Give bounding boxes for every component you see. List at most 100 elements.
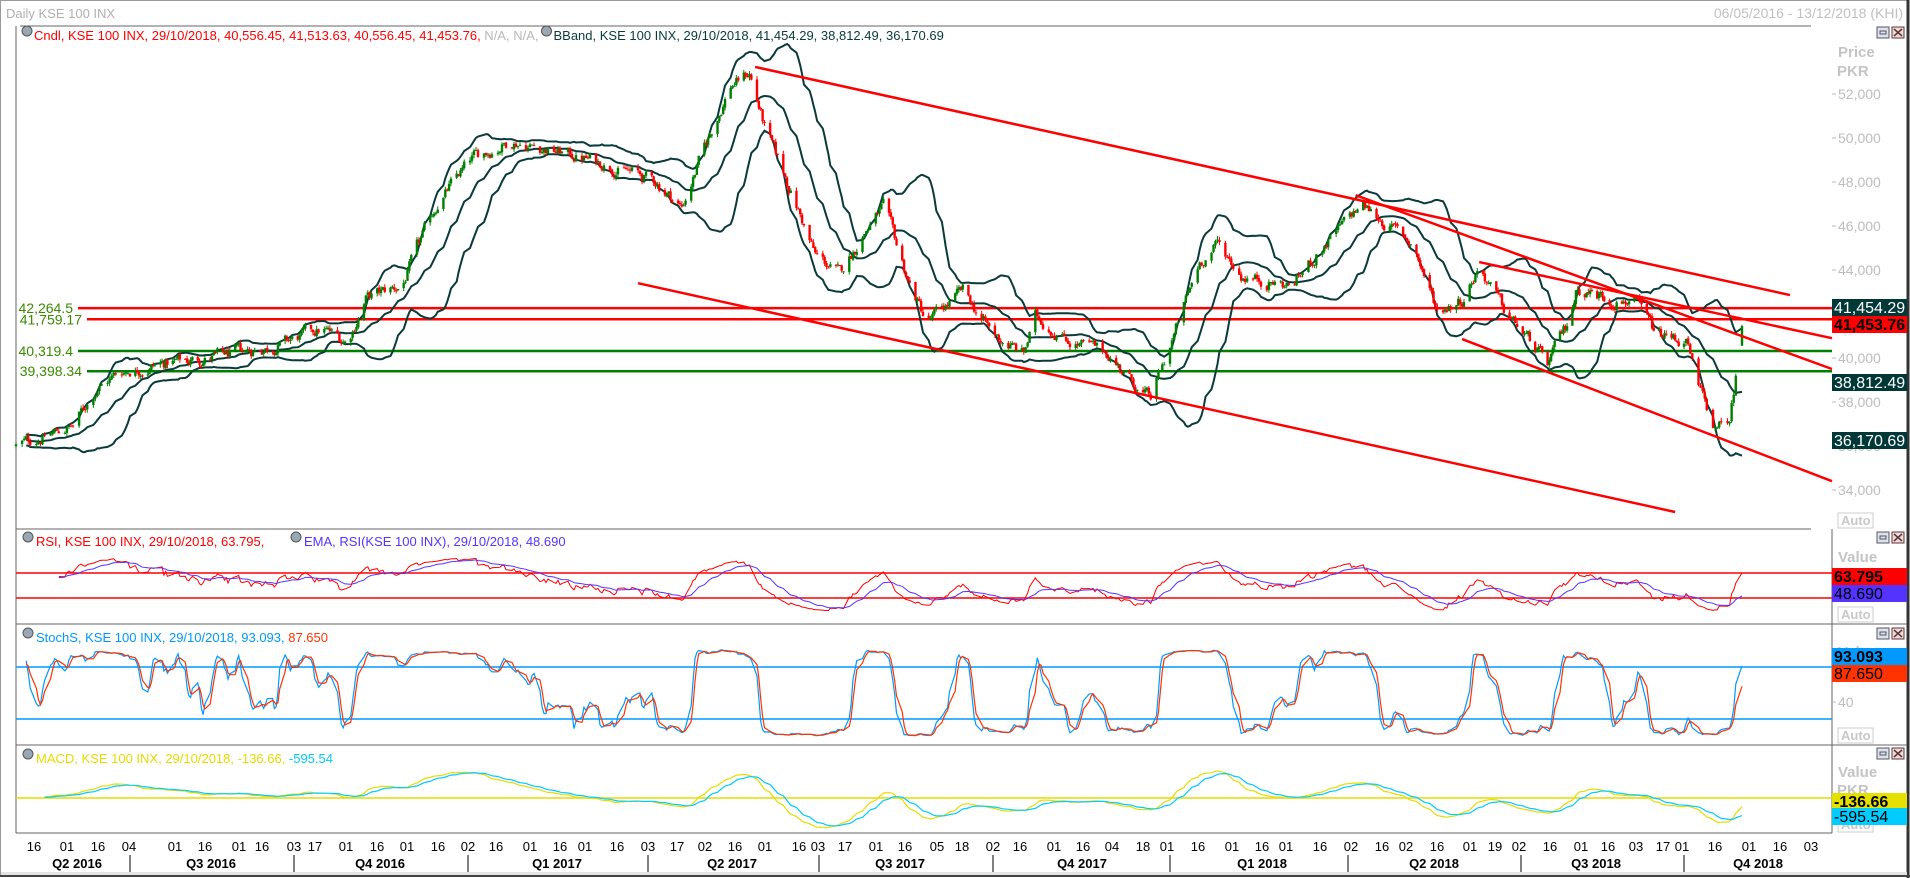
candle[interactable] [402,282,405,289]
candle[interactable] [1200,262,1203,266]
candle[interactable] [423,222,426,230]
candle[interactable] [394,290,398,292]
candle[interactable] [1430,287,1433,292]
candle[interactable] [532,145,536,147]
candle[interactable] [1342,217,1346,221]
candle[interactable] [1405,237,1409,241]
candle[interactable] [221,348,224,351]
candle[interactable] [1299,275,1302,277]
candle[interactable] [141,375,144,377]
candle[interactable] [1711,409,1715,428]
candle[interactable] [624,167,628,170]
candle[interactable] [191,356,194,361]
candle[interactable] [490,154,494,158]
candle[interactable] [1136,390,1139,392]
candle[interactable] [1095,342,1099,346]
candle[interactable] [1572,303,1576,309]
candle[interactable] [258,350,262,352]
candle[interactable] [1214,240,1217,246]
candle[interactable] [370,293,373,299]
candle[interactable] [210,355,214,360]
candle[interactable] [285,336,289,340]
candle[interactable] [1422,269,1426,276]
candle[interactable] [1009,344,1012,349]
candle[interactable] [538,146,542,153]
candle[interactable] [772,140,776,142]
candle[interactable] [203,358,207,364]
candle[interactable] [476,150,480,158]
candle[interactable] [695,164,699,175]
candle[interactable] [829,264,832,267]
candle[interactable] [1024,347,1027,353]
candle[interactable] [1428,275,1431,288]
candle[interactable] [757,100,761,109]
candle[interactable] [311,329,315,333]
candle[interactable] [468,160,472,163]
candle[interactable] [289,339,292,341]
candle[interactable] [1281,281,1284,288]
candle[interactable] [1720,421,1723,423]
candle[interactable] [518,144,522,146]
candle[interactable] [1078,343,1081,346]
candle[interactable] [1382,225,1386,231]
candle[interactable] [1496,290,1500,294]
candle[interactable] [1590,289,1594,292]
candle[interactable] [1571,308,1574,326]
candle[interactable] [782,154,785,173]
candle[interactable] [449,178,453,184]
candle[interactable] [1381,220,1384,227]
candle[interactable] [1245,278,1249,282]
candle[interactable] [189,360,192,365]
candle[interactable] [1377,217,1380,221]
candle[interactable] [878,209,881,214]
candle[interactable] [1188,287,1191,293]
candle[interactable] [770,135,774,140]
candle[interactable] [1295,276,1298,286]
candle[interactable] [1728,421,1731,424]
candle[interactable] [500,144,504,153]
candle[interactable] [1699,385,1702,388]
candle[interactable] [1224,242,1227,257]
candle[interactable] [1407,241,1411,245]
candle[interactable] [868,224,872,230]
candle[interactable] [1528,331,1532,342]
candle[interactable] [1238,268,1241,275]
candle[interactable] [799,209,802,215]
candle[interactable] [610,169,614,174]
candle[interactable] [1551,347,1555,354]
candle[interactable] [1182,302,1186,323]
candle[interactable] [974,312,978,314]
candle[interactable] [291,336,294,339]
candle[interactable] [106,382,109,384]
candle[interactable] [1686,338,1690,345]
candle[interactable] [546,147,550,154]
candle[interactable] [1062,333,1066,337]
candle[interactable] [389,287,392,293]
candle[interactable] [1665,333,1668,335]
candle[interactable] [1615,302,1618,311]
candle[interactable] [1734,375,1737,396]
candle[interactable] [393,287,396,290]
candle[interactable] [1483,273,1487,282]
candle[interactable] [1647,313,1650,316]
candle[interactable] [1715,427,1719,429]
candle[interactable] [1259,281,1263,287]
candle[interactable] [755,79,759,101]
candle[interactable] [810,240,813,242]
candle[interactable] [351,331,354,339]
candle[interactable] [721,106,725,114]
candle[interactable] [993,325,997,336]
candle[interactable] [92,399,95,406]
candle[interactable] [815,253,819,255]
candle[interactable] [1159,371,1162,373]
candle[interactable] [882,198,885,204]
candle[interactable] [1548,360,1551,365]
candle[interactable] [761,109,764,122]
candle[interactable] [432,214,436,217]
candle[interactable] [1401,226,1405,236]
candle[interactable] [1485,281,1488,283]
candle[interactable] [984,316,987,321]
candle[interactable] [720,114,723,116]
candle[interactable] [251,351,255,357]
candle[interactable] [1701,386,1704,392]
